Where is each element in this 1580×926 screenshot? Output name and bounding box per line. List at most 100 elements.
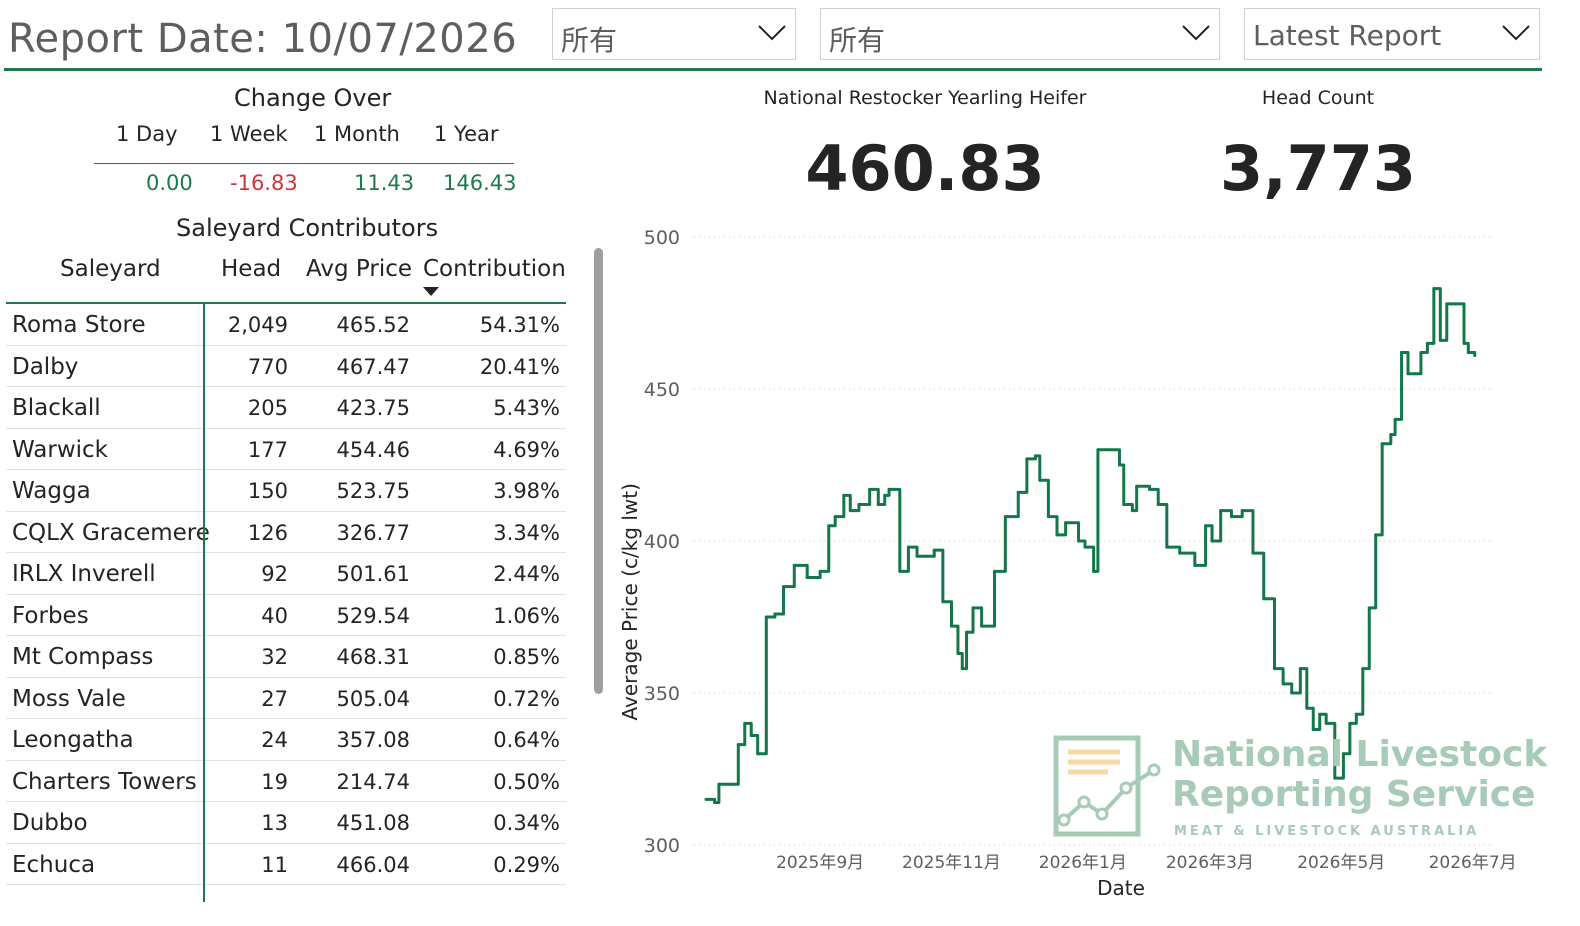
period-label-1-day: 1 Day: [116, 122, 178, 146]
slicer-dropdown-report[interactable]: Latest Report: [1244, 8, 1540, 60]
slicer-value: 所有: [561, 24, 618, 57]
data-point: [941, 600, 945, 604]
data-point: [1406, 372, 1410, 376]
data-point: [704, 797, 708, 801]
chevron-down-icon: [1182, 25, 1210, 41]
data-point: [1016, 490, 1020, 494]
table-row[interactable]: Warwick 177 454.46 4.69%: [6, 429, 566, 470]
contribution-cell: 3.34%: [493, 520, 560, 545]
slicer-dropdown-1[interactable]: 所有: [552, 8, 796, 60]
avg-price-cell: 451.08: [336, 811, 410, 835]
saleyard-contributors-title: Saleyard Contributors: [176, 214, 439, 242]
table-row[interactable]: Mt Compass 32 468.31 0.85%: [6, 636, 566, 678]
data-point: [898, 569, 902, 573]
watermark-line-1: National Livestock: [1172, 734, 1548, 775]
kpi-value-indicator: 460.83: [805, 132, 1045, 205]
column-header-saleyard[interactable]: Saleyard: [60, 256, 161, 282]
change-value-1-day: 0.00: [146, 171, 193, 195]
data-point: [1096, 448, 1100, 452]
x-tick-label: 2026年7月: [1429, 853, 1517, 873]
y-tick-label: 450: [644, 379, 680, 401]
data-point: [749, 734, 753, 738]
data-point: [1393, 417, 1397, 421]
data-point: [1033, 454, 1037, 458]
data-point: [887, 487, 891, 491]
data-point: [1178, 551, 1182, 555]
slicer-dropdown-2[interactable]: 所有: [820, 8, 1220, 60]
saleyard-name-cell: Moss Vale: [12, 685, 126, 712]
report-date-title: Report Date: 10/07/2026: [8, 16, 518, 62]
y-tick-label: 400: [644, 531, 680, 553]
head-cell: 92: [261, 562, 288, 586]
saleyard-name-cell: Leongatha: [12, 727, 134, 753]
data-point: [1135, 484, 1139, 488]
watermark-subtitle: MEAT & LIVESTOCK AUSTRALIA: [1174, 824, 1480, 839]
data-point: [956, 651, 960, 655]
contribution-cell: 4.69%: [493, 437, 560, 462]
change-over-divider: [94, 163, 514, 164]
data-point: [915, 554, 919, 558]
column-header-avg-price[interactable]: Avg Price: [306, 256, 412, 282]
table-scrollbar[interactable]: [594, 248, 603, 694]
kpi-label-head-count: Head Count: [1261, 87, 1375, 109]
data-point: [728, 782, 732, 786]
data-point: [1117, 463, 1121, 467]
avg-price-cell: 505.04: [336, 686, 410, 711]
data-point: [993, 569, 997, 573]
table-row[interactable]: Dubbo 13 451.08 0.34%: [6, 802, 566, 844]
avg-price-cell: 529.54: [336, 603, 410, 628]
data-point: [1318, 712, 1322, 716]
data-point: [960, 667, 964, 671]
table-row[interactable]: Charters Towers 19 214.74 0.50%: [6, 761, 566, 802]
table-row[interactable]: Dalby 770 467.47 20.41%: [6, 346, 566, 387]
data-point: [876, 503, 880, 507]
data-point: [924, 554, 928, 558]
head-cell: 13: [261, 811, 288, 835]
saleyard-name-cell: Mt Compass: [12, 644, 154, 670]
saleyard-name-cell: Blackall: [12, 395, 101, 421]
table-row[interactable]: Blackall 205 423.75 5.43%: [6, 387, 566, 429]
data-point: [1130, 509, 1134, 513]
data-point: [1240, 509, 1244, 513]
contribution-cell: 2.44%: [493, 562, 560, 586]
table-row[interactable]: Leongatha 24 357.08 0.64%: [6, 719, 566, 761]
contribution-cell: 0.85%: [493, 645, 560, 669]
table-column-divider: [203, 304, 205, 902]
data-point: [1438, 338, 1442, 342]
data-point: [773, 612, 777, 616]
head-cell: 19: [261, 769, 288, 794]
saleyard-name-cell: Wagga: [12, 478, 91, 504]
x-tick-label: 2025年9月: [776, 853, 864, 873]
head-cell: 2,049: [227, 313, 288, 337]
data-point: [980, 624, 984, 628]
change-value-1-year: 146.43: [443, 171, 517, 195]
data-point: [743, 721, 747, 725]
data-point: [965, 630, 969, 634]
nlrs-logo-icon: [1053, 735, 1161, 837]
data-point: [713, 800, 717, 804]
data-point: [764, 615, 768, 619]
data-point: [1412, 372, 1416, 376]
table-row[interactable]: Roma Store 2,049 465.52 54.31%: [6, 304, 566, 346]
sort-descending-icon[interactable]: [423, 287, 439, 297]
table-row[interactable]: IRLX Inverell 92 501.61 2.44%: [6, 553, 566, 595]
contribution-cell: 0.50%: [493, 769, 560, 794]
watermark-line-2: Reporting Service: [1172, 774, 1536, 815]
y-tick-label: 300: [644, 835, 680, 857]
table-row[interactable]: Wagga 150 523.75 3.98%: [6, 470, 566, 512]
data-point: [1380, 442, 1384, 446]
period-label-1-week: 1 Week: [210, 122, 288, 146]
table-row[interactable]: Echuca 11 466.04 0.29%: [6, 844, 566, 885]
period-label-1-year: 1 Year: [434, 122, 499, 146]
data-point: [1354, 712, 1358, 716]
data-point: [1324, 721, 1328, 725]
column-header-head[interactable]: Head: [221, 256, 281, 282]
avg-price-cell: 523.75: [336, 479, 410, 503]
head-cell: 40: [261, 603, 288, 628]
data-point: [833, 515, 837, 519]
table-row[interactable]: CQLX Gracemere 126 326.77 3.34%: [6, 512, 566, 553]
table-row[interactable]: Moss Vale 27 505.04 0.72%: [6, 678, 566, 719]
table-row[interactable]: Forbes 40 529.54 1.06%: [6, 595, 566, 636]
data-point: [971, 606, 975, 610]
column-header-contribution[interactable]: Contribution: [423, 256, 566, 282]
